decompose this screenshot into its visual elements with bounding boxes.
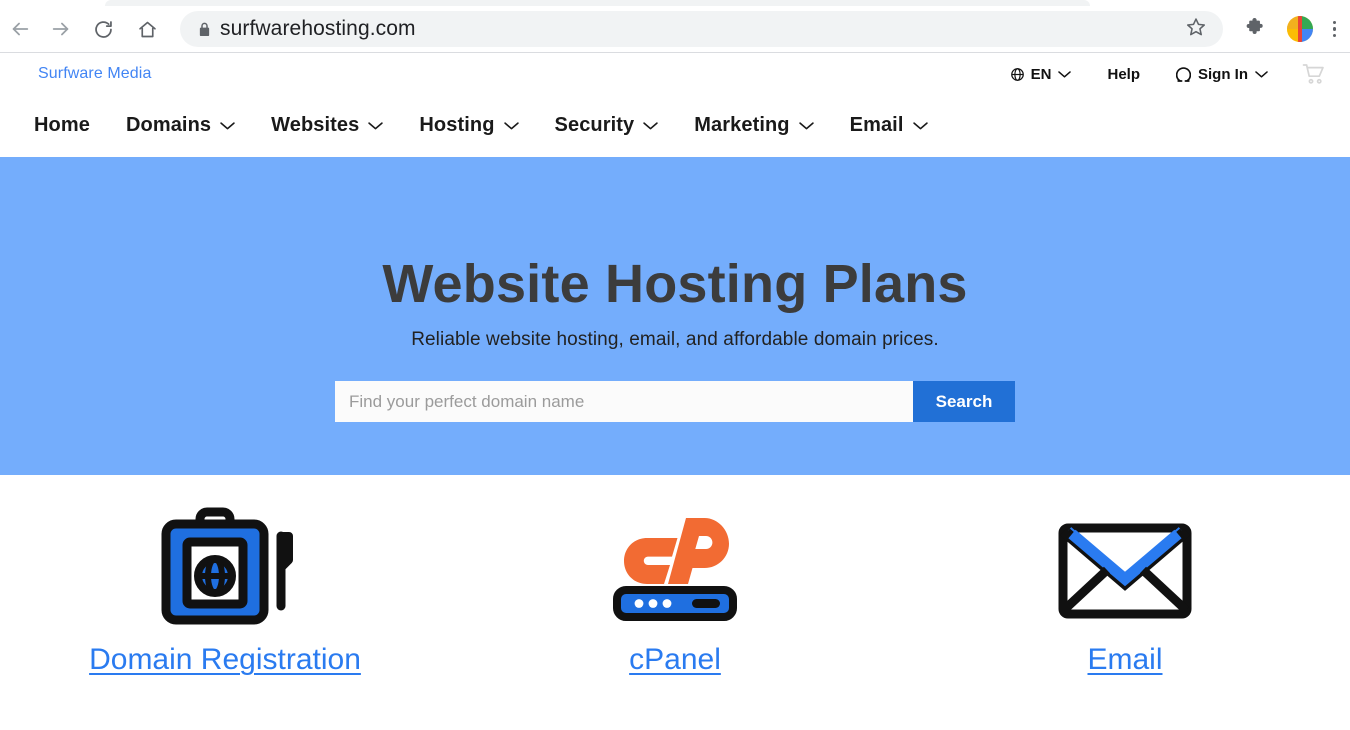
nav-label: Security <box>554 114 635 136</box>
chevron-down-icon <box>643 121 658 131</box>
cpanel-logo-icon <box>600 507 750 625</box>
nav-item-hosting[interactable]: Hosting <box>419 114 519 137</box>
chevron-down-icon <box>503 121 519 131</box>
envelope-icon <box>1050 507 1200 625</box>
feature-email[interactable]: Email <box>900 475 1350 728</box>
url-bar[interactable]: surfwarehosting.com <box>180 11 1223 47</box>
help-link[interactable]: Help <box>1107 66 1140 83</box>
main-navigation: Home Domains Websites Hosting Security M… <box>0 95 1350 157</box>
shopping-cart-icon[interactable] <box>1302 63 1326 85</box>
profile-avatar[interactable] <box>1286 16 1313 42</box>
chevron-down-icon <box>220 121 235 131</box>
nav-label: Websites <box>271 114 360 136</box>
nav-item-email[interactable]: Email <box>850 114 928 137</box>
nav-item-security[interactable]: Security <box>555 114 659 137</box>
chrome-actions <box>1223 16 1350 43</box>
reload-icon[interactable] <box>86 12 120 46</box>
search-button[interactable]: Search <box>913 381 1015 422</box>
hero-banner: Website Hosting Plans Reliable website h… <box>0 157 1350 515</box>
brand-logo[interactable]: Surfware Media <box>38 65 151 83</box>
hero-subtitle: Reliable website hosting, email, and aff… <box>411 329 939 350</box>
feature-cpanel[interactable]: cPanel <box>450 475 900 728</box>
domain-search-form: Search <box>335 381 1015 422</box>
utility-bar: Surfware Media EN Help Sign In <box>0 53 1350 95</box>
globe-icon <box>1010 67 1025 82</box>
nav-item-marketing[interactable]: Marketing <box>694 114 814 137</box>
feature-domain-registration[interactable]: Domain Registration <box>0 475 450 728</box>
chevron-down-icon <box>1058 70 1072 79</box>
star-icon[interactable] <box>1185 16 1209 43</box>
back-arrow-icon[interactable] <box>3 12 37 46</box>
domain-registration-icon <box>150 507 300 625</box>
nav-label: Domains <box>125 114 212 136</box>
sign-in-label: Sign In <box>1198 65 1248 83</box>
three-dot-menu-icon[interactable] <box>1332 20 1336 38</box>
feature-row: Domain Registration cPanel Email <box>0 475 1350 728</box>
url-text: surfwarehosting.com <box>220 17 416 40</box>
feature-link[interactable]: Domain Registration <box>89 643 361 677</box>
search-input[interactable] <box>335 381 913 422</box>
nav-label: Home <box>34 114 90 136</box>
language-selector[interactable]: EN <box>1010 66 1072 83</box>
feature-link[interactable]: Email <box>1087 643 1162 677</box>
nav-label: Marketing <box>694 114 790 136</box>
utility-links: EN Help Sign In <box>1010 63 1326 85</box>
chevron-down-icon <box>1255 70 1268 79</box>
page-content: Surfware Media EN Help Sign In Home Doma… <box>0 53 1350 730</box>
chevron-down-icon <box>798 121 814 131</box>
home-icon[interactable] <box>130 12 164 46</box>
nav-item-domains[interactable]: Domains <box>126 114 235 137</box>
feature-link[interactable]: cPanel <box>629 643 721 677</box>
chevron-down-icon <box>368 121 384 131</box>
browser-toolbar: surfwarehosting.com <box>0 6 1350 52</box>
person-icon <box>1176 66 1191 83</box>
browser-chrome: surfwarehosting.com <box>0 0 1350 58</box>
forward-arrow-icon[interactable] <box>44 12 78 46</box>
nav-label: Email <box>849 114 904 136</box>
chevron-down-icon <box>912 121 928 131</box>
puzzle-piece-icon[interactable] <box>1245 16 1267 43</box>
language-label: EN <box>1030 65 1052 83</box>
nav-label: Hosting <box>419 114 495 136</box>
sign-in-menu[interactable]: Sign In <box>1176 66 1268 83</box>
nav-item-home[interactable]: Home <box>34 114 90 137</box>
lock-icon <box>198 22 211 37</box>
nav-item-websites[interactable]: Websites <box>271 114 384 137</box>
page-title: Website Hosting Plans <box>382 254 968 314</box>
